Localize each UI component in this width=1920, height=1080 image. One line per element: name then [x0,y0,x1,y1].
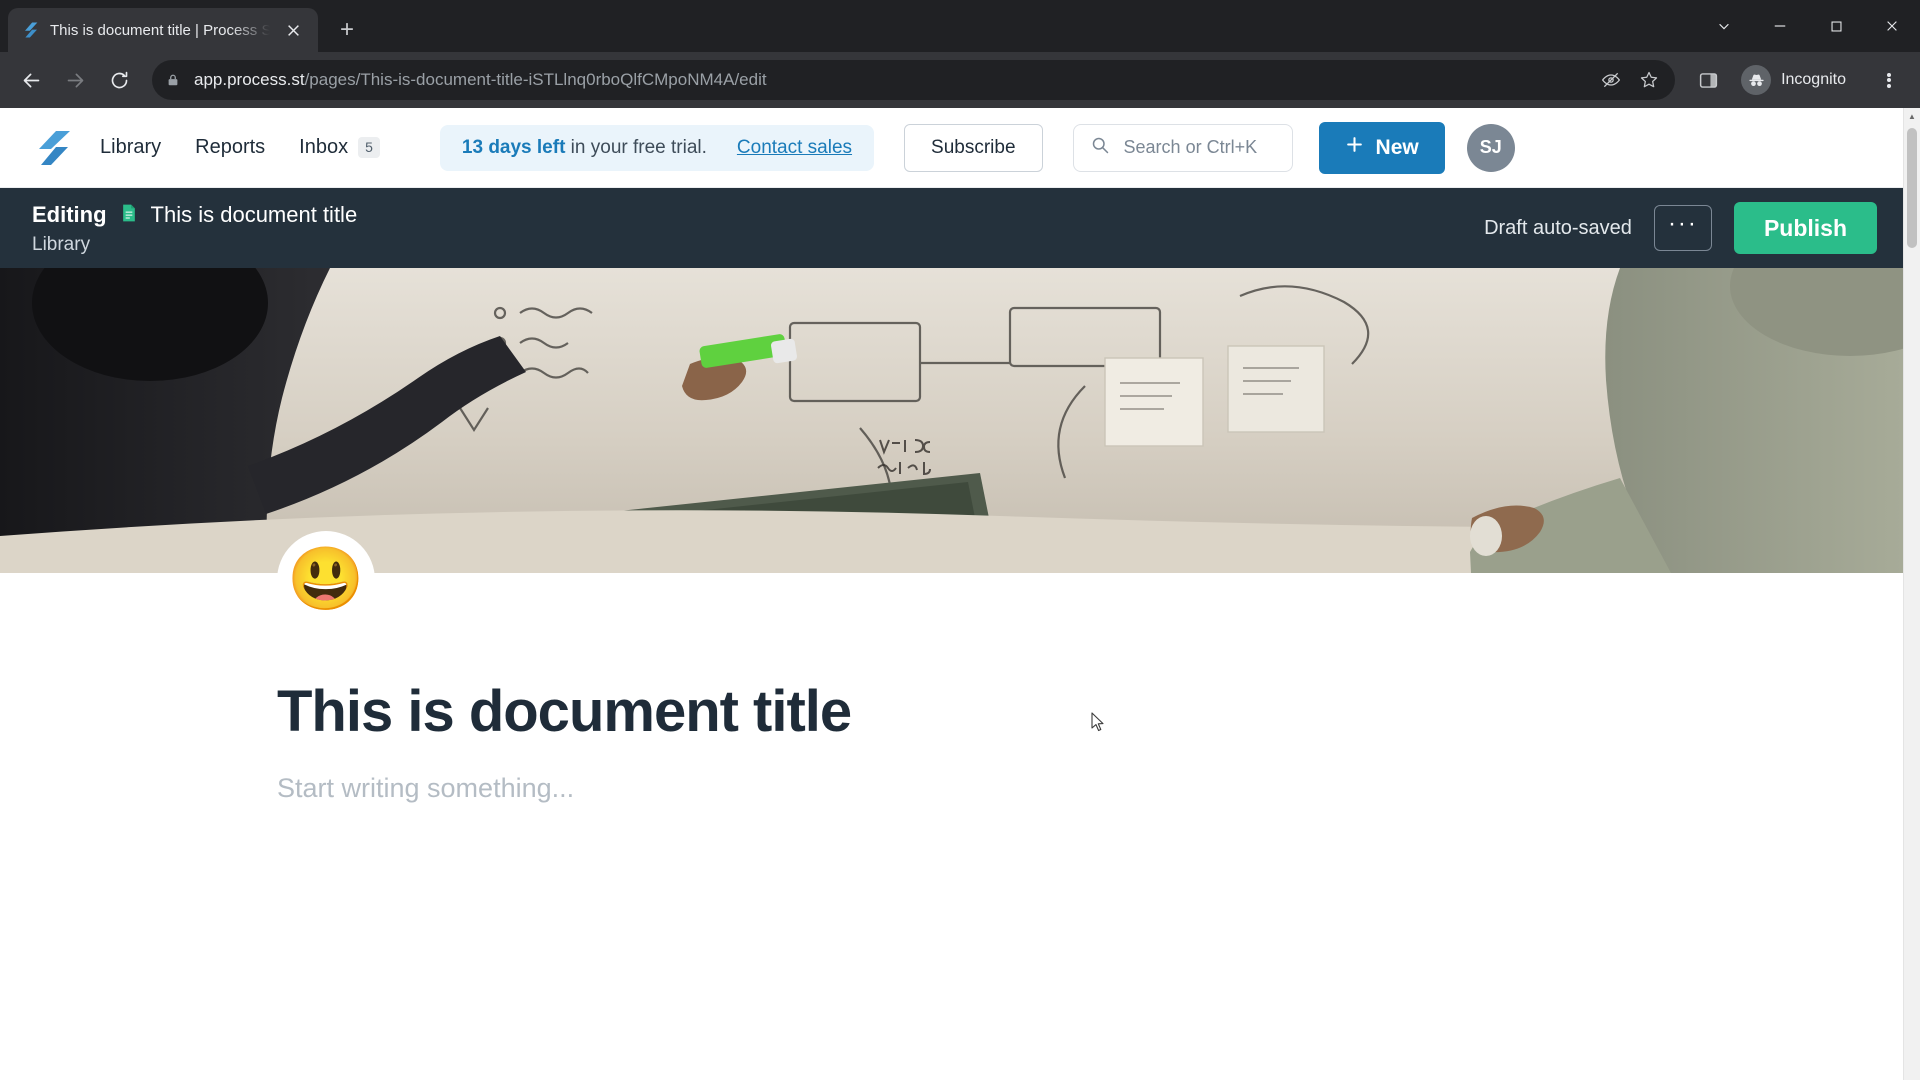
editing-bar-right: Draft auto-saved ··· Publish [1484,202,1877,254]
page-scrollbar[interactable]: ▲ [1903,108,1920,1080]
nav-link-library[interactable]: Library [100,136,161,159]
publish-button[interactable]: Publish [1733,202,1877,254]
breadcrumb[interactable]: Library [32,234,357,256]
trial-banner: 13 days left in your free trial. Contact… [439,124,875,171]
close-icon[interactable] [1864,3,1920,49]
document-emoji-icon[interactable]: 😃 [277,531,375,629]
incognito-indicator[interactable]: Incognito [1735,60,1862,100]
incognito-hat-icon [1741,65,1772,95]
process-street-logo-icon [22,21,40,39]
avatar[interactable]: SJ [1466,123,1515,172]
star-icon[interactable] [1637,68,1661,92]
tab-strip: This is document title | Process St + [0,0,1920,52]
editing-label: Editing [32,202,107,227]
lock-icon [166,73,182,87]
search-input[interactable]: Search or Ctrl+K [1072,123,1293,172]
forward-arrow-icon[interactable] [54,59,96,101]
minimize-icon[interactable] [1752,3,1808,49]
app-top-nav: Library Reports Inbox 5 13 days left in … [0,108,1903,188]
page-viewport: Library Reports Inbox 5 13 days left in … [0,108,1920,1080]
new-tab-button[interactable]: + [330,13,364,47]
browser-tab[interactable]: This is document title | Process St [8,8,318,52]
trial-days-left: 13 days left [461,136,566,158]
contact-sales-link[interactable]: Contact sales [737,137,852,159]
document-icon [119,201,139,230]
nav-link-inbox[interactable]: Inbox 5 [299,136,380,159]
process-street-logo-icon[interactable] [32,127,74,169]
url-domain: app.process.st [194,70,305,89]
nav-links: Library Reports Inbox 5 [100,136,380,159]
search-placeholder: Search or Ctrl+K [1123,137,1258,157]
editing-document-title[interactable]: This is document title [151,202,358,228]
address-bar[interactable]: app.process.st/pages/This-is-document-ti… [152,60,1676,100]
nav-link-reports[interactable]: Reports [195,136,265,159]
tab-title: This is document title | Process St [50,21,270,39]
new-button-label: New [1375,135,1419,159]
inbox-badge: 5 [358,136,380,159]
ellipsis-icon[interactable]: ··· [1653,205,1712,251]
url-path: /pages/This-is-document-title-iSTLlnq0rb… [304,70,767,89]
trial-banner-text: 13 days left in your free trial. [462,137,707,159]
toolbar-right-actions: Incognito [1687,59,1910,101]
search-icon [1090,135,1110,160]
chevron-down-icon[interactable] [1696,3,1752,49]
reload-icon[interactable] [98,59,140,101]
browser-window: This is document title | Process St + ap… [0,0,1920,1080]
nav-link-inbox-label: Inbox [299,136,349,158]
eye-slash-icon[interactable] [1599,68,1623,92]
editing-bar-left: Editing This is document title Library [32,201,357,256]
address-bar-actions [1599,68,1661,92]
process-street-app: Library Reports Inbox 5 13 days left in … [0,108,1903,1080]
scrollbar-thumb[interactable] [1907,128,1917,248]
autosave-status: Draft auto-saved [1484,216,1632,239]
cover-photo[interactable] [0,268,1903,573]
new-button[interactable]: New [1318,121,1445,174]
plus-icon [1345,135,1364,160]
scroll-up-arrow-icon[interactable]: ▲ [1904,108,1920,125]
three-dots-vertical-icon[interactable] [1868,59,1910,101]
document-content-placeholder[interactable]: Start writing something... [0,745,1903,804]
incognito-label: Incognito [1781,71,1846,88]
document-body: 😃 This is document title Start writing s… [0,531,1903,1080]
trial-banner-rest: in your free trial. [565,136,707,158]
back-arrow-icon[interactable] [10,59,52,101]
window-controls [1696,0,1920,52]
browser-toolbar: app.process.st/pages/This-is-document-ti… [0,52,1920,108]
editing-bar-title-row: Editing This is document title [32,201,357,230]
side-panel-icon[interactable] [1687,59,1729,101]
close-icon[interactable] [280,17,306,43]
editing-bar: Editing This is document title Library D… [0,188,1903,268]
address-bar-url: app.process.st/pages/This-is-document-ti… [194,70,767,90]
maximize-icon[interactable] [1808,3,1864,49]
subscribe-button[interactable]: Subscribe [904,123,1043,172]
